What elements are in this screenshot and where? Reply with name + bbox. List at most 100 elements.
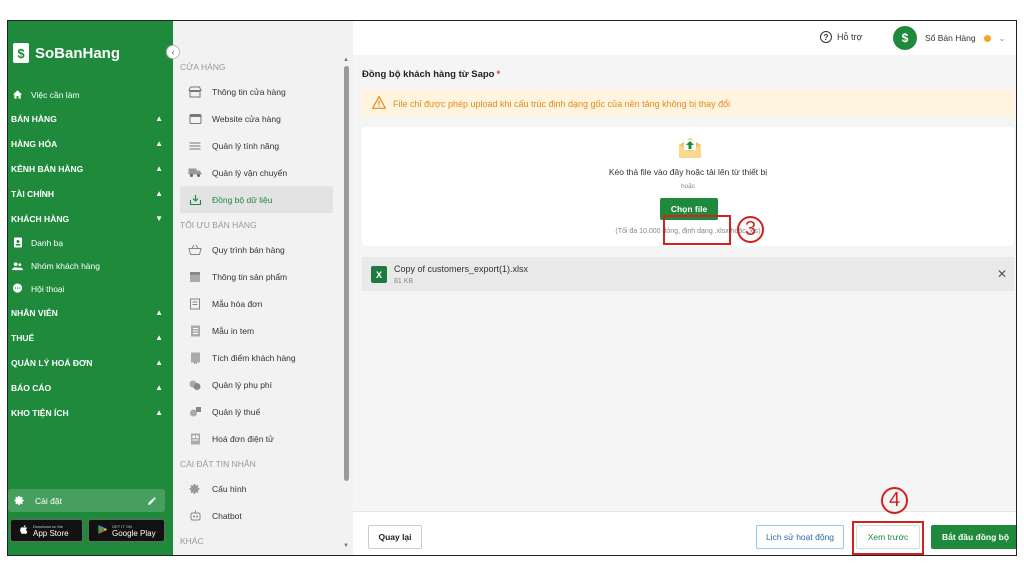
menu-item-1-3[interactable]: Mẫu in tem	[173, 317, 343, 344]
sidebar-item-label: BÁN HÀNG	[11, 113, 57, 124]
sidebar-item-9[interactable]: NHÂN VIÊN ▲	[8, 300, 173, 325]
menu-item-label: Quản lý tính năng	[212, 140, 280, 151]
sidebar-item-0[interactable]: Việc cần làm	[8, 83, 173, 106]
sidebar-settings[interactable]: Cài đặt	[8, 489, 165, 512]
scroll-down-arrow[interactable]: ▼	[342, 543, 350, 549]
sidebar-item-2[interactable]: HÀNG HÓA ▲	[8, 131, 173, 156]
help-link[interactable]: ? Hỗ trợ	[820, 31, 862, 43]
chevron-up-icon: ▲	[155, 408, 163, 417]
annotation-box-step4	[852, 521, 924, 555]
uploaded-file: X Copy of customers_export(1).xlsx 81 KB…	[362, 257, 1014, 291]
scroll-up-arrow[interactable]: ▲	[342, 57, 350, 63]
chevron-down-icon: ▼	[155, 214, 163, 223]
menu-section-heading: CÀI ĐẶT TIN NHẮN	[180, 458, 256, 469]
sidebar-item-label: KHÁCH HÀNG	[11, 213, 70, 224]
contact-book-icon	[12, 237, 23, 248]
file-name: Copy of customers_export(1).xlsx	[394, 264, 529, 274]
back-button[interactable]: Quay lại	[368, 525, 422, 549]
menu-item-0-0[interactable]: Thông tin cửa hàng	[173, 78, 343, 105]
google-play-icon	[97, 524, 108, 537]
chevron-up-icon: ▲	[155, 114, 163, 123]
logo-mark: $	[13, 43, 29, 63]
sidebar-item-label-wrap: KHÁCH HÀNG	[11, 214, 69, 224]
sidebar-item-label: Nhóm khách hàng	[31, 260, 100, 271]
box-icon	[188, 271, 202, 283]
menu-item-1-2[interactable]: Mẫu hóa đơn	[173, 290, 343, 317]
menu-section-heading: CỬA HÀNG	[180, 61, 226, 72]
menu-item-label: Quản lý thuế	[212, 406, 261, 417]
pencil-icon[interactable]	[145, 494, 159, 508]
menu-section-heading: TỐI ƯU BÁN HÀNG	[180, 219, 257, 230]
sidebar-nav: Việc cần làm BÁN HÀNG ▲ HÀNG HÓA ▲ KÊNH BÁN H…	[8, 83, 173, 425]
coins-icon	[188, 379, 202, 391]
menu-item-label: Quy trình bán hàng	[212, 244, 285, 255]
sidebar-item-1[interactable]: BÁN HÀNG ▲	[8, 106, 173, 131]
menu-item-1-5[interactable]: Quản lý phụ phí	[173, 371, 343, 398]
sidebar-item-label: HÀNG HÓA	[11, 138, 58, 149]
activity-history-button[interactable]: Lịch sử hoạt động	[756, 525, 844, 549]
tax-icon	[188, 406, 202, 418]
chevron-up-icon: ▲	[155, 189, 163, 198]
sidebar-item-label: BÁO CÁO	[11, 382, 52, 393]
excel-icon: X	[371, 266, 387, 283]
collapse-sidebar-button[interactable]: ‹	[166, 45, 180, 59]
menu-item-label: Thông tin sản phẩm	[212, 271, 288, 282]
chevron-up-icon: ▲	[155, 358, 163, 367]
start-sync-button[interactable]: Bắt đầu đồng bộ	[931, 525, 1016, 549]
menu-item-label: Mẫu hóa đơn	[212, 298, 263, 309]
menu-item-0-4[interactable]: Đồng bộ dữ liệu	[180, 186, 333, 213]
upload-icon	[677, 136, 703, 160]
help-label: Hỗ trợ	[837, 32, 863, 42]
brand-name: SoBanHang	[35, 44, 121, 62]
user-menu[interactable]: $ Sổ Bán Hàng ⌄	[893, 26, 1005, 50]
sidebar-item-label-wrap: Việc cần làm	[12, 89, 80, 100]
menu-item-1-7[interactable]: Hoá đơn điện tử	[173, 425, 343, 452]
chevron-up-icon: ▲	[155, 383, 163, 392]
google-play-button[interactable]: GET IT ON Google Play	[88, 519, 165, 542]
sidebar-item-12[interactable]: BÁO CÁO ▲	[8, 375, 173, 400]
menu-item-2-1[interactable]: Chatbot	[173, 502, 343, 529]
annotation-step4: 4	[881, 487, 908, 514]
sidebar-item-label-wrap: NHÂN VIÊN	[11, 308, 58, 318]
menu-item-0-1[interactable]: Website cửa hàng	[173, 105, 343, 132]
sidebar-item-11[interactable]: QUẢN LÝ HOÁ ĐƠN ▲	[8, 350, 173, 375]
chevron-up-icon: ▲	[155, 139, 163, 148]
points-icon	[188, 352, 202, 364]
chevron-up-icon: ▲	[155, 308, 163, 317]
settings-label: Cài đặt	[35, 495, 62, 506]
menu-item-label: Chatbot	[212, 510, 242, 521]
menu-item-label: Website cửa hàng	[212, 113, 281, 124]
menu-item-1-1[interactable]: Thông tin sản phẩm	[173, 263, 343, 290]
menu-scrollbar-thumb[interactable]	[344, 66, 349, 481]
sidebar-item-10[interactable]: THUẾ ▲	[8, 325, 173, 350]
remove-file-icon[interactable]: ✕	[997, 267, 1007, 281]
sidebar-item-label-wrap: KÊNH BÁN HÀNG	[11, 164, 83, 174]
main-content: Đồng bộ khách hàng từ Sapo * File chỉ đượ…	[353, 55, 1016, 555]
sidebar-item-5[interactable]: KHÁCH HÀNG ▼	[8, 206, 173, 231]
app-store-button[interactable]: Download on the App Store	[10, 519, 83, 542]
sidebar-item-label: KÊNH BÁN HÀNG	[11, 163, 84, 174]
sidebar-item-label: THUẾ	[11, 332, 35, 343]
brand-logo[interactable]: $ SoBanHang	[13, 43, 120, 63]
sidebar-item-7[interactable]: Nhóm khách hàng	[8, 254, 173, 277]
truck-icon	[188, 167, 202, 179]
sidebar-item-13[interactable]: KHO TIỆN ÍCH ▲	[8, 400, 173, 425]
browser-icon	[188, 113, 202, 125]
sidebar-item-4[interactable]: TÀI CHÍNH ▲	[8, 181, 173, 206]
sidebar-item-3[interactable]: KÊNH BÁN HÀNG ▲	[8, 156, 173, 181]
menu-item-0-3[interactable]: Quản lý vận chuyển	[173, 159, 343, 186]
menu-item-1-6[interactable]: Quản lý thuế	[173, 398, 343, 425]
dropzone-instruction: Kéo thả file vào đây hoặc tải lên từ thi…	[608, 167, 768, 177]
sidebar-item-label-wrap: KHO TIỆN ÍCH	[11, 408, 69, 418]
menu-item-2-0[interactable]: Cấu hình	[173, 475, 343, 502]
sidebar-item-8[interactable]: Hội thoại	[8, 277, 173, 300]
status-dot	[983, 34, 991, 42]
warning-banner: File chỉ được phép upload khi cấu trúc đ…	[362, 90, 1014, 117]
sidebar-item-6[interactable]: Danh bạ	[8, 231, 173, 254]
menu-item-1-4[interactable]: Tích điểm khách hàng	[173, 344, 343, 371]
menu-item-0-2[interactable]: Quản lý tính năng	[173, 132, 343, 159]
menu-item-1-0[interactable]: Quy trình bán hàng	[173, 236, 343, 263]
label-icon	[188, 325, 202, 337]
annotation-box-step3	[663, 215, 731, 245]
robot-icon	[188, 510, 202, 522]
